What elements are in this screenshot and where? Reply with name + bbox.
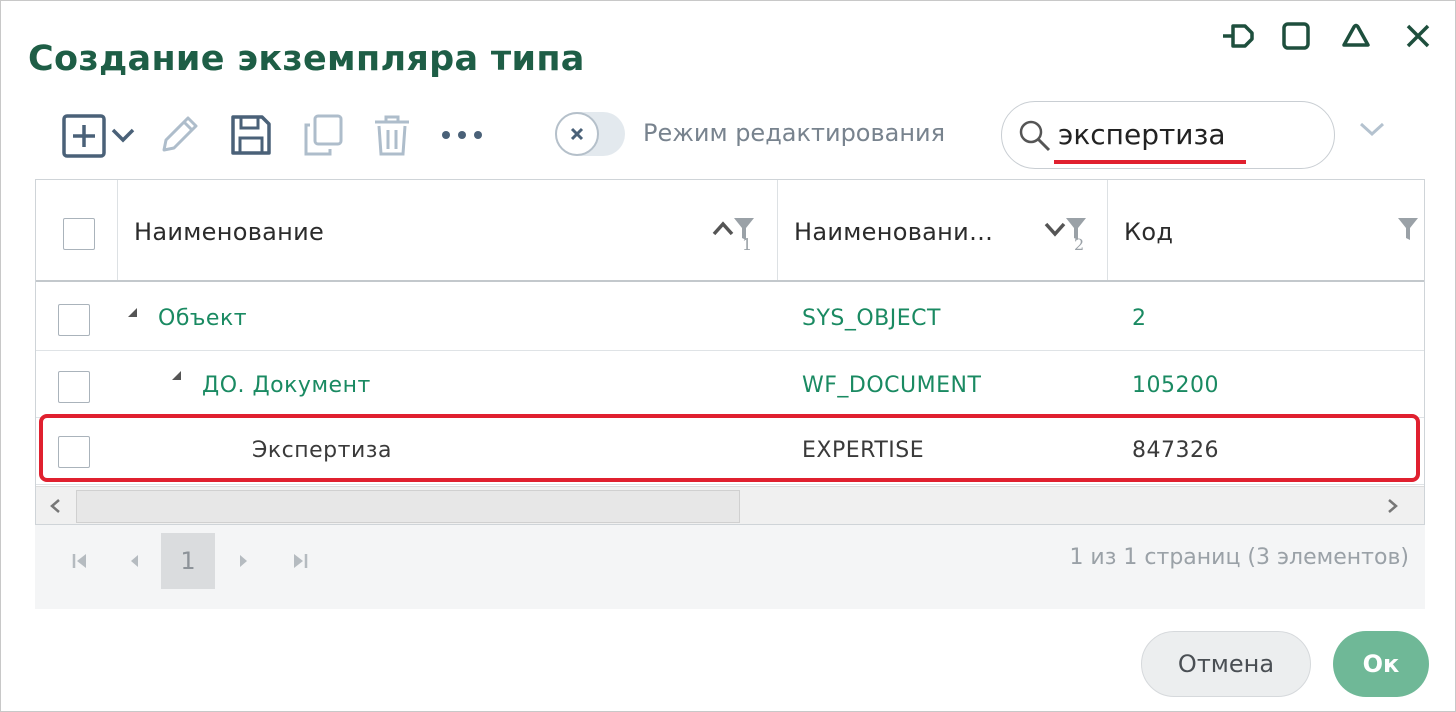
close-icon[interactable] xyxy=(1401,19,1435,53)
pager-info: 1 из 1 страниц (3 элементов) xyxy=(1069,545,1409,570)
row-system-name: SYS_OBJECT xyxy=(802,306,941,331)
pager: 1 1 из 1 страниц (3 элементов) xyxy=(35,525,1425,609)
previous-page-icon[interactable] xyxy=(107,533,161,589)
copy-icon[interactable] xyxy=(299,111,347,159)
edit-mode-label: Режим редактирования xyxy=(643,119,946,147)
horizontal-scrollbar[interactable] xyxy=(36,486,1424,524)
sort-asc-filter-icon[interactable]: 1 xyxy=(710,216,764,252)
more-icon[interactable] xyxy=(437,123,487,147)
next-page-icon[interactable] xyxy=(217,533,271,589)
dialog-title: Создание экземпляра типа xyxy=(28,39,585,79)
row-name: Объект xyxy=(158,306,248,331)
row-checkbox[interactable] xyxy=(58,436,90,468)
table-row[interactable]: ДО. Документ WF_DOCUMENT 105200 xyxy=(36,351,1424,418)
scroll-left-icon[interactable] xyxy=(48,498,62,514)
column-header-label: Наименование xyxy=(134,218,325,246)
select-all-checkbox[interactable] xyxy=(63,218,95,250)
row-system-name: EXPERTISE xyxy=(802,438,925,463)
search-icon xyxy=(1018,119,1052,157)
page-number-current[interactable]: 1 xyxy=(161,533,215,589)
row-name: Экспертиза xyxy=(252,438,392,463)
column-header-code[interactable]: Код xyxy=(1108,180,1424,280)
search-input[interactable]: экспертиза xyxy=(1058,118,1226,151)
chevron-down-icon[interactable] xyxy=(109,121,137,149)
row-checkbox[interactable] xyxy=(58,371,90,403)
maximize-icon[interactable] xyxy=(1279,19,1313,53)
create-type-instance-dialog: Создание экземпляра типа Режим редактиро… xyxy=(0,0,1456,712)
scroll-right-icon[interactable] xyxy=(1386,498,1400,514)
cancel-button[interactable]: Отмена xyxy=(1141,631,1311,697)
filter-icon[interactable] xyxy=(1396,216,1420,242)
ok-button[interactable]: Ок xyxy=(1333,631,1429,697)
svg-text:1: 1 xyxy=(742,235,752,252)
search-highlight-underline xyxy=(1054,160,1246,164)
toggle-off-icon xyxy=(555,112,599,156)
types-grid: Наименование 1 Наименовани… 2 Код Объект… xyxy=(35,179,1425,525)
tree-expanded-icon[interactable] xyxy=(128,308,137,317)
search-expand-chevron-icon[interactable] xyxy=(1357,119,1387,143)
edit-icon[interactable] xyxy=(155,111,203,159)
collapse-icon[interactable] xyxy=(1339,19,1373,53)
row-code: 847326 xyxy=(1132,438,1219,463)
last-page-icon[interactable] xyxy=(273,533,327,589)
search-field[interactable]: экспертиза xyxy=(1001,101,1335,169)
table-row[interactable]: Экспертиза EXPERTISE 847326 xyxy=(36,418,1424,485)
pin-icon[interactable] xyxy=(1221,19,1255,53)
grid-header: Наименование 1 Наименовани… 2 Код xyxy=(36,180,1424,282)
column-header-system-name[interactable]: Наименовани… 2 xyxy=(778,180,1108,280)
sort-desc-filter-icon[interactable]: 2 xyxy=(1042,216,1096,252)
save-icon[interactable] xyxy=(227,111,275,159)
row-code: 105200 xyxy=(1132,373,1219,398)
delete-icon[interactable] xyxy=(369,111,415,159)
row-checkbox[interactable] xyxy=(58,304,90,336)
row-name: ДО. Документ xyxy=(202,373,371,398)
table-row[interactable]: Объект SYS_OBJECT 2 xyxy=(36,284,1424,351)
add-icon[interactable] xyxy=(61,113,107,159)
svg-text:2: 2 xyxy=(1074,235,1084,252)
scrollbar-thumb[interactable] xyxy=(76,490,740,523)
column-header-label: Наименовани… xyxy=(794,218,994,246)
header-select-all-cell xyxy=(36,180,118,280)
first-page-icon[interactable] xyxy=(53,533,107,589)
column-header-label: Код xyxy=(1124,218,1174,246)
tree-expanded-icon[interactable] xyxy=(172,371,181,380)
row-system-name: WF_DOCUMENT xyxy=(802,373,982,398)
row-code: 2 xyxy=(1132,306,1147,331)
column-header-name[interactable]: Наименование 1 xyxy=(118,180,778,280)
edit-mode-toggle[interactable] xyxy=(555,112,625,156)
